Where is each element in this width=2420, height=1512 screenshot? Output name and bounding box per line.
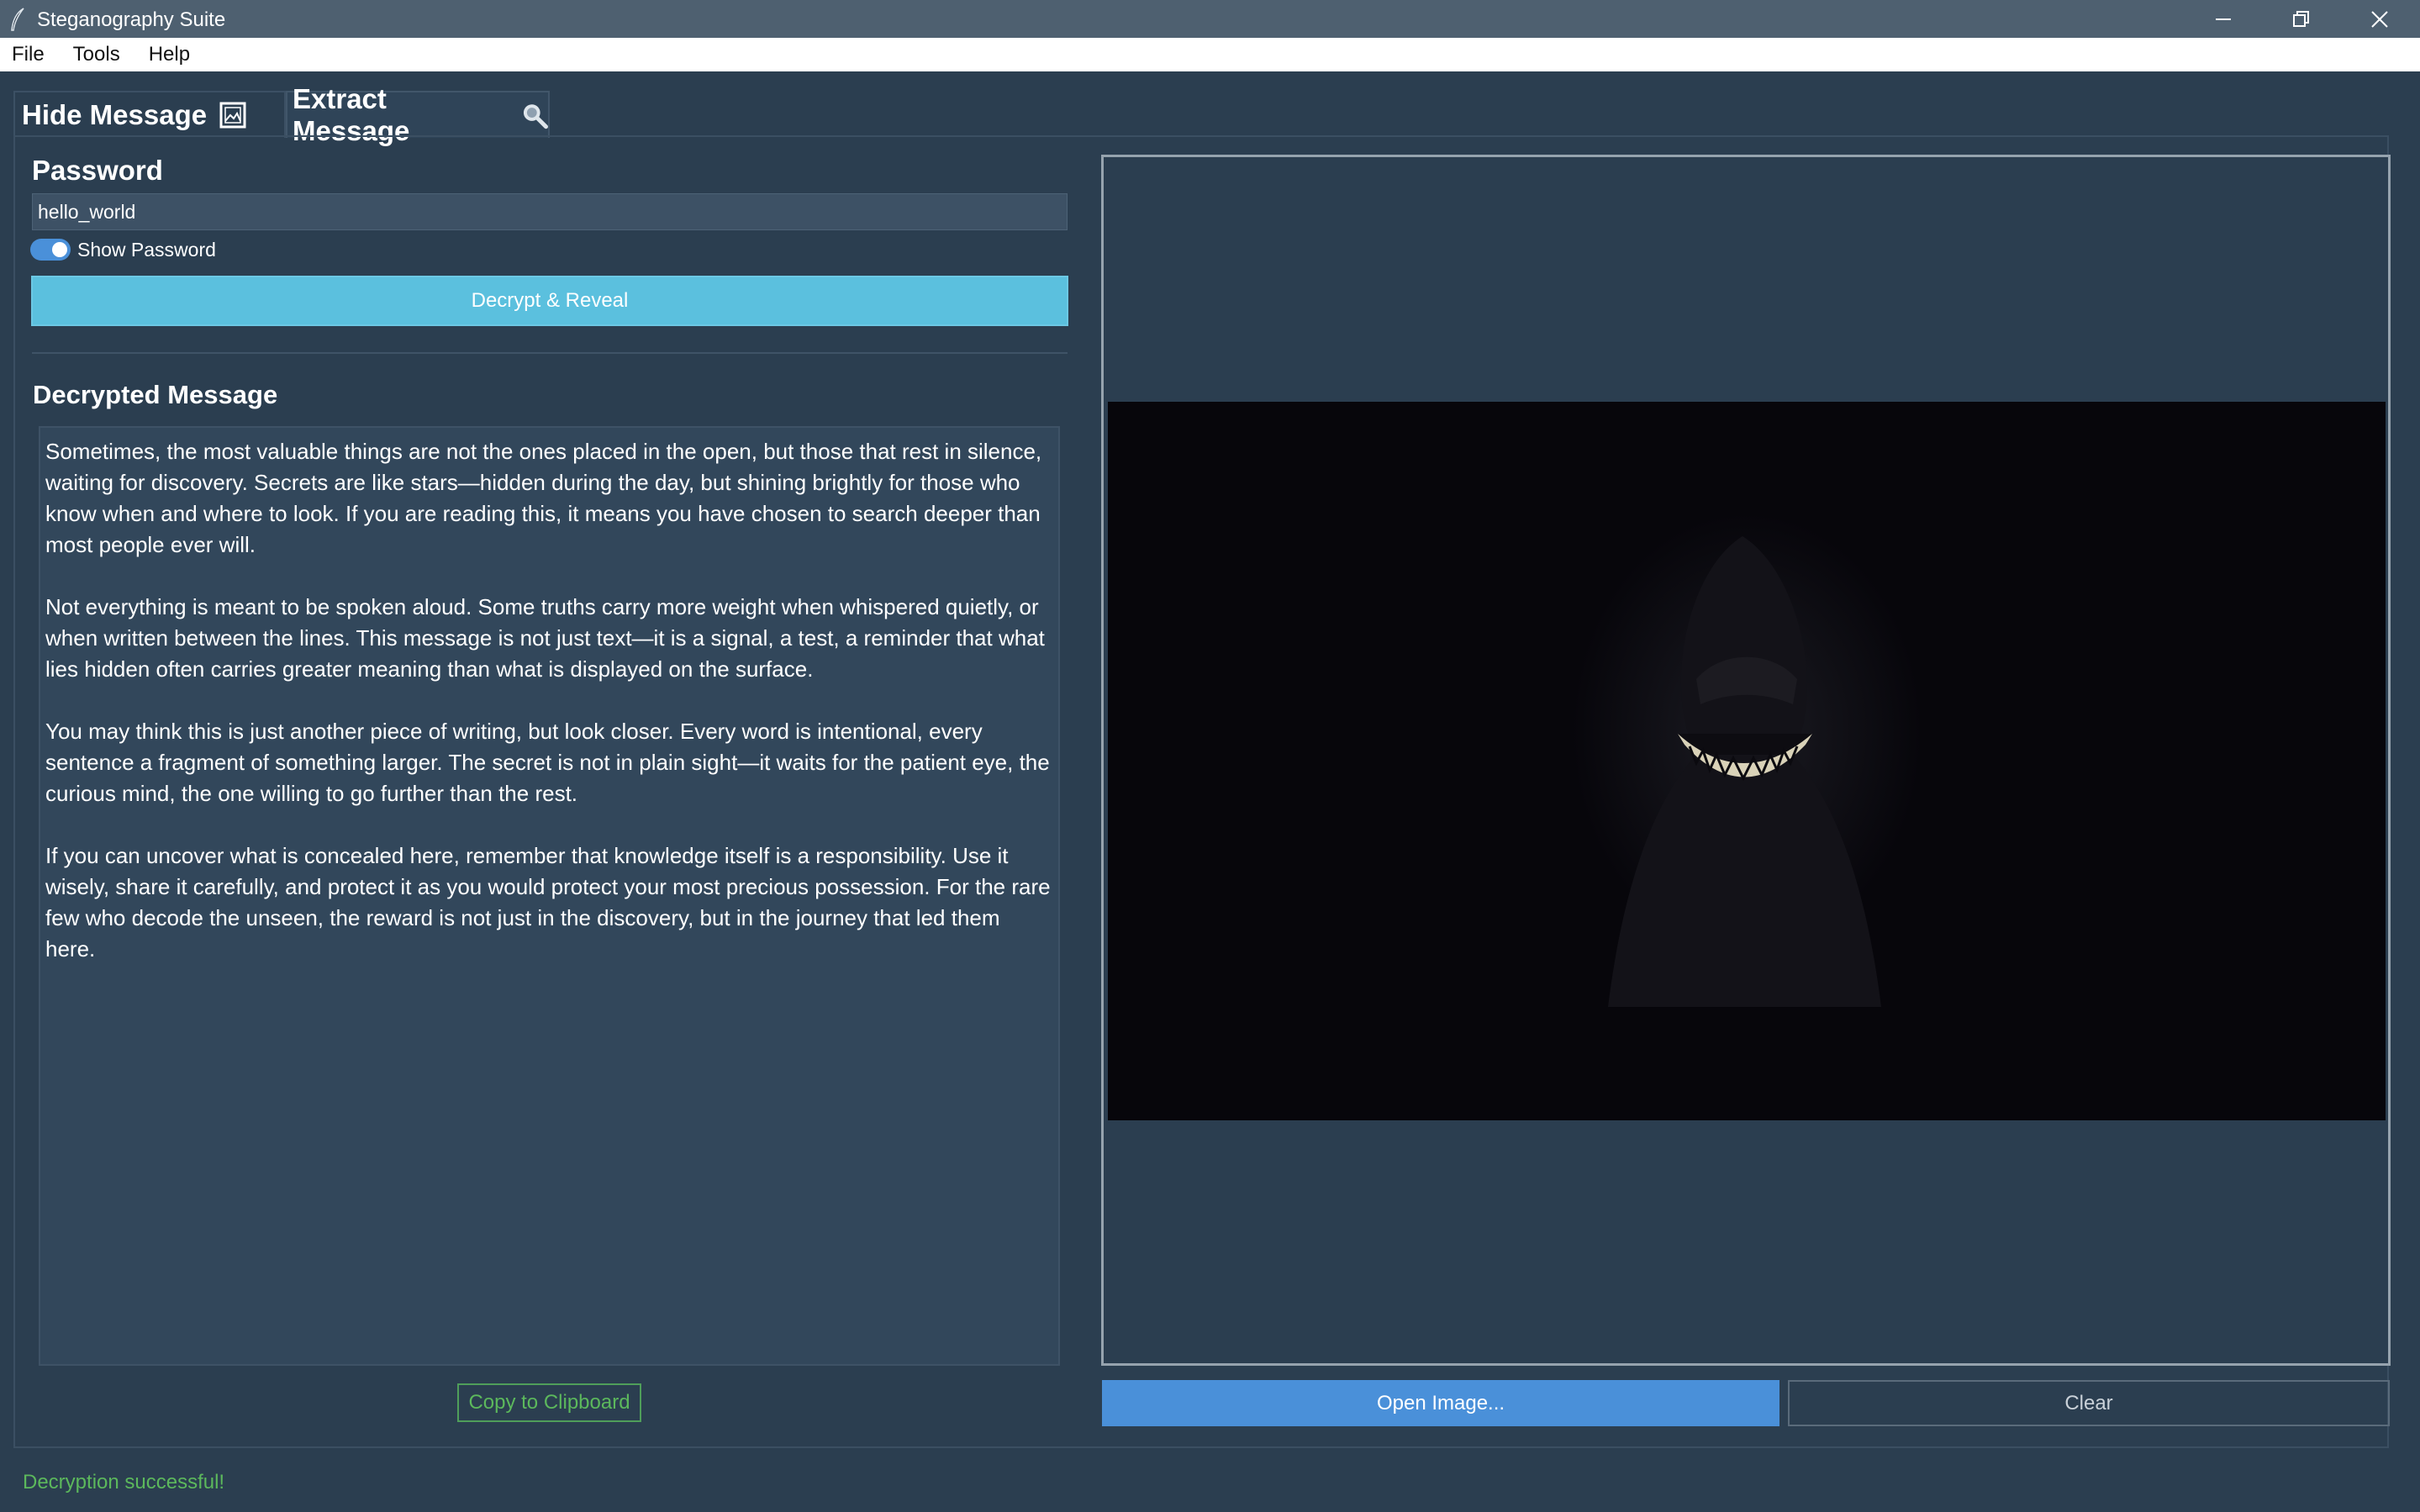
copy-to-clipboard-button[interactable]: Copy to Clipboard: [457, 1383, 641, 1422]
status-message: Decryption successful!: [23, 1471, 225, 1494]
clear-button[interactable]: Clear: [1788, 1380, 2390, 1426]
open-image-button[interactable]: Open Image...: [1102, 1380, 1779, 1426]
title-bar: Steganography Suite: [0, 0, 2420, 38]
decrypted-message-text[interactable]: Sometimes, the most valuable things are …: [39, 426, 1060, 1366]
message-paragraph: You may think this is just another piece…: [45, 719, 1050, 806]
menu-file[interactable]: File: [12, 43, 45, 66]
password-input[interactable]: [32, 193, 1068, 230]
message-paragraph: If you can uncover what is concealed her…: [45, 843, 1051, 961]
show-password-toggle[interactable]: [30, 239, 71, 261]
decrypt-reveal-button[interactable]: Decrypt & Reveal: [31, 276, 1068, 326]
divider: [32, 352, 1068, 354]
show-password-label: Show Password: [77, 239, 216, 261]
message-paragraph: Sometimes, the most valuable things are …: [45, 439, 1042, 557]
loaded-image: [1108, 402, 2386, 1120]
menu-bar: File Tools Help: [0, 38, 2420, 71]
password-label: Password: [32, 155, 163, 186]
window-title: Steganography Suite: [37, 8, 226, 31]
magnifier-icon: [523, 104, 548, 129]
restore-icon: [2293, 10, 2309, 27]
decrypted-message-label: Decrypted Message: [33, 380, 278, 409]
close-button[interactable]: [2342, 0, 2417, 38]
feather-icon: [11, 8, 24, 31]
tab-label: Hide Message: [22, 99, 208, 130]
restore-button[interactable]: [2264, 0, 2339, 38]
tab-extract-message[interactable]: Extract Message: [286, 83, 550, 146]
menu-help[interactable]: Help: [149, 43, 190, 66]
image-icon: [219, 102, 246, 129]
menu-tools[interactable]: Tools: [73, 43, 120, 66]
tab-hide-message[interactable]: Hide Message: [13, 91, 286, 138]
toggle-knob: [52, 242, 67, 257]
close-icon: [2371, 10, 2388, 28]
minimize-icon: [2216, 18, 2231, 20]
minimize-button[interactable]: [2185, 0, 2261, 38]
message-paragraph: Not everything is meant to be spoken alo…: [45, 594, 1045, 682]
